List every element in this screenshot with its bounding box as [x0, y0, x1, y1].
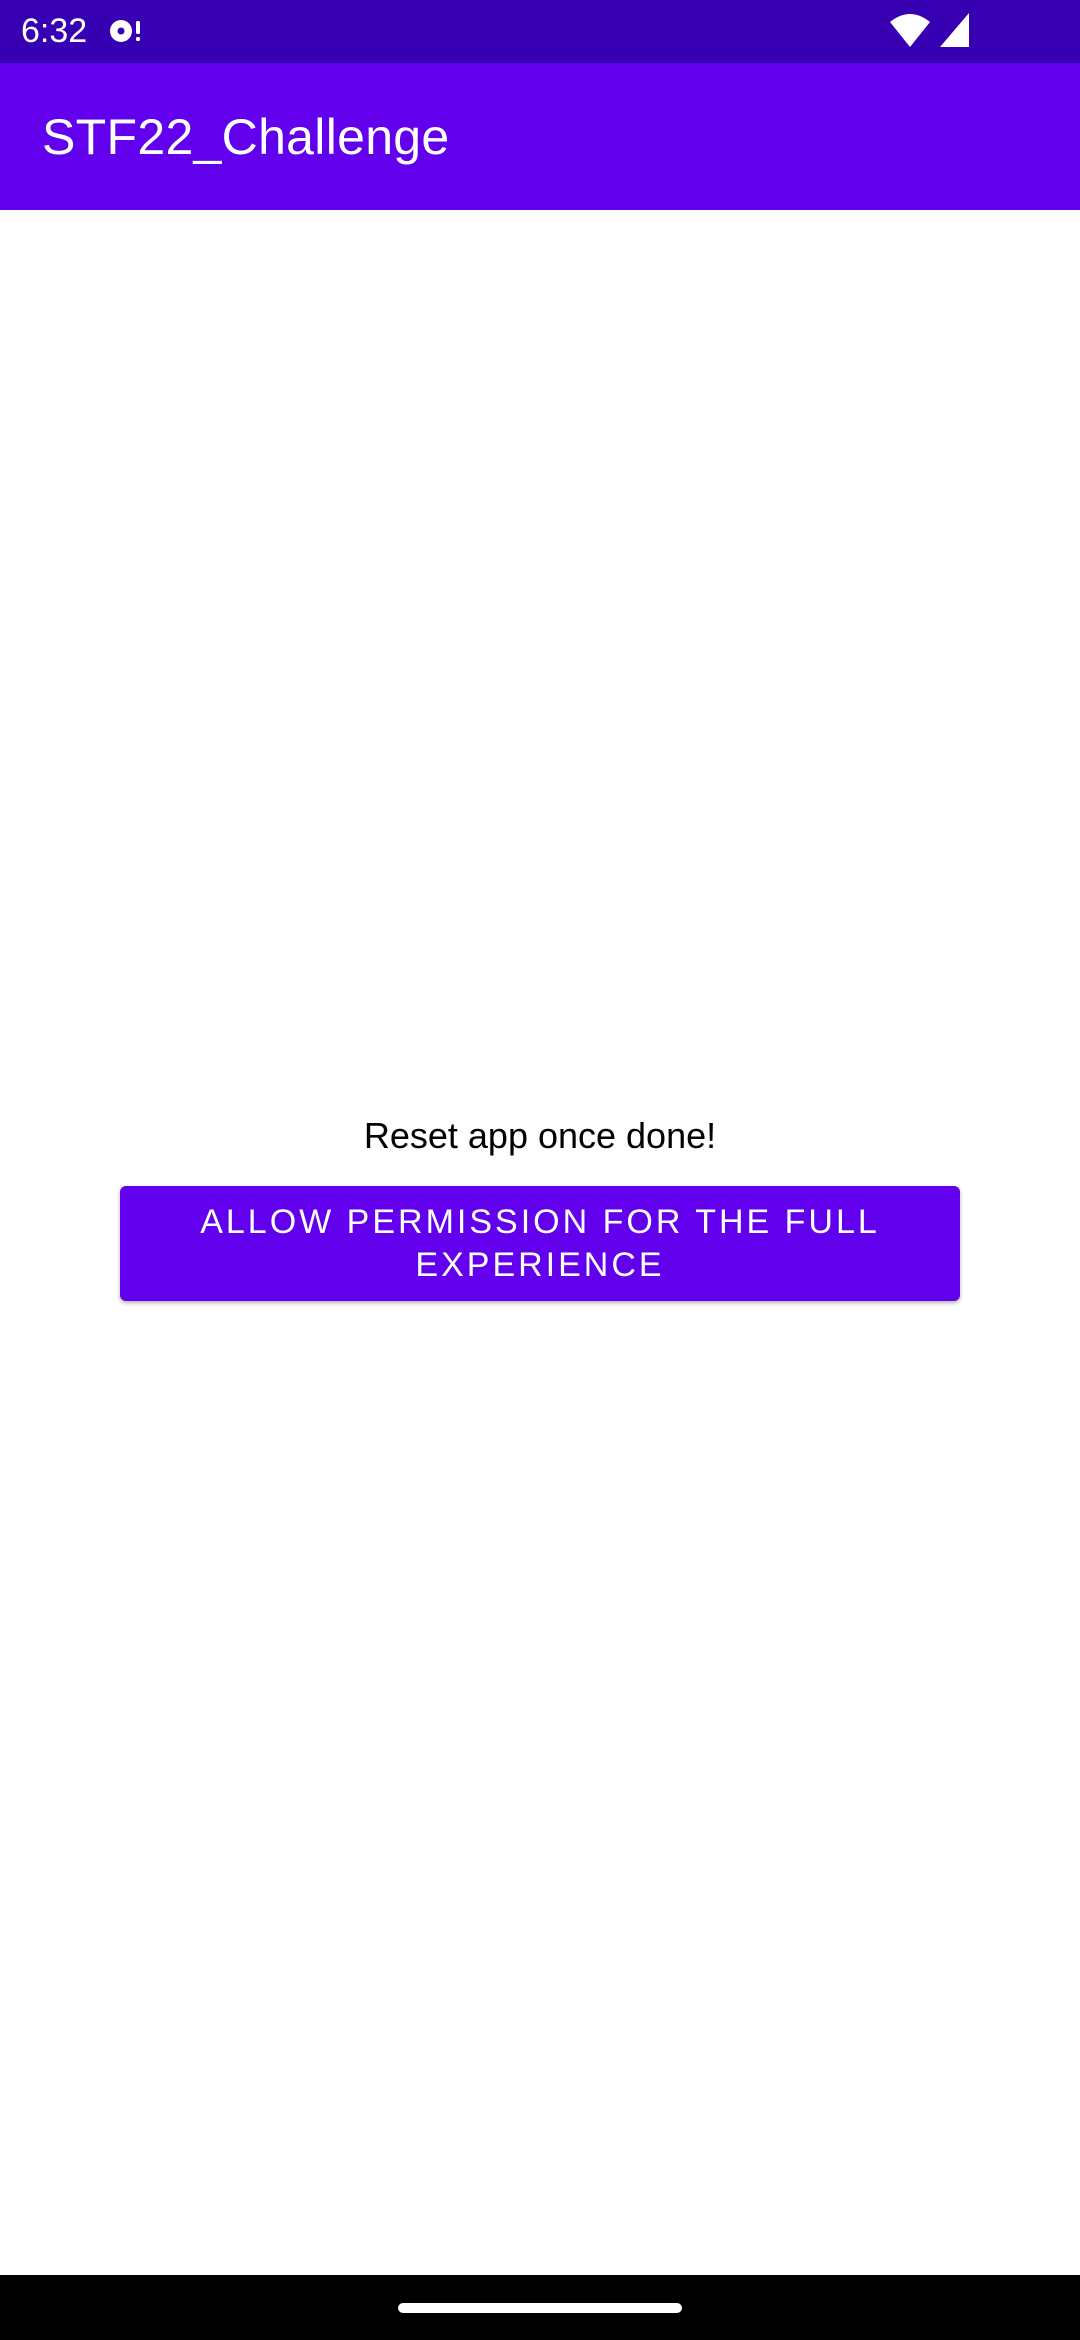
- app-bar: STF22_Challenge: [0, 63, 1080, 210]
- main-content: Reset app once done! ALLOW PERMISSION FO…: [0, 210, 1080, 2275]
- wifi-icon: [890, 14, 930, 48]
- home-handle[interactable]: [398, 2303, 682, 2313]
- signal-icon: [940, 13, 969, 47]
- status-time: 6:32: [21, 12, 88, 50]
- app-title: STF22_Challenge: [42, 109, 450, 165]
- status-bar: 6:32: [0, 0, 1080, 63]
- navigation-bar: [0, 2275, 1080, 2340]
- reset-message: Reset app once done!: [363, 1115, 717, 1156]
- notification-icon: [108, 16, 144, 46]
- allow-permission-button[interactable]: ALLOW PERMISSION FOR THE FULL EXPERIENCE: [120, 1186, 960, 1301]
